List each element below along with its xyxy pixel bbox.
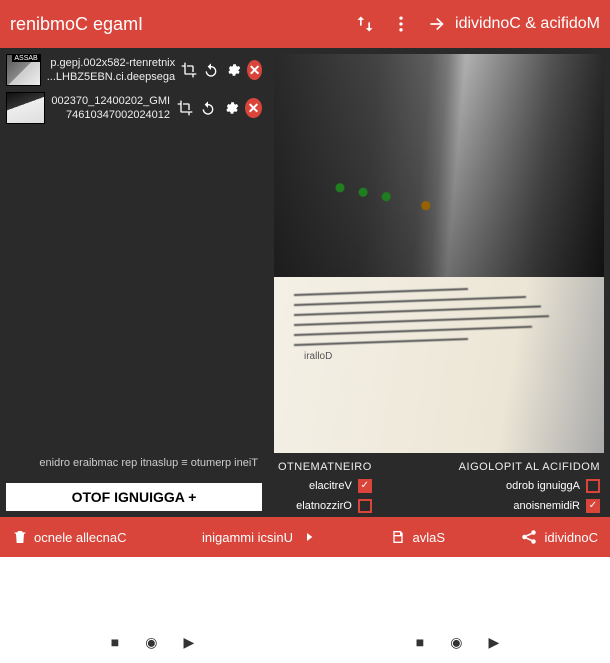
file-row[interactable]: BASSA xinternetr-285x200.jpeg.p agespeed… — [6, 54, 262, 86]
rotate-icon[interactable] — [199, 98, 216, 118]
preview-stack: Dollari — [274, 54, 604, 453]
add-border-option[interactable]: Aggiungi bordo — [459, 479, 600, 493]
reorder-hint: Tieni premuto ≡ pulsanti per cambiare or… — [6, 455, 262, 471]
preview-image-router — [274, 54, 604, 277]
modify-header: MODIFICA LA TIPOLOGIA — [459, 461, 600, 473]
add-photo-button[interactable]: + AGGIUNGI FOTO — [6, 483, 262, 511]
paper-caption: Dollari — [304, 351, 332, 362]
file-thumbnail — [6, 92, 45, 124]
resize-option[interactable]: Ridimensiona — [459, 499, 600, 513]
action-title: Modifica & Condividi — [455, 15, 600, 33]
crop-icon[interactable] — [181, 60, 197, 80]
orientation-header: ORIENTAMENTO — [278, 461, 372, 473]
save-button[interactable]: Salva — [390, 529, 445, 545]
quality-badge: BASSA — [12, 55, 39, 62]
more-menu-icon[interactable] — [391, 14, 411, 34]
settings-icon[interactable] — [225, 60, 241, 80]
file-info: xinternetr-285x200.jpeg.p agespeed.ic.NB… — [47, 57, 175, 83]
crop-icon[interactable] — [176, 98, 193, 118]
delete-list-label: Cancella elenco — [34, 530, 127, 545]
remove-icon[interactable]: ✕ — [245, 98, 262, 118]
app-header: Image Combiner Modifica & Condividi — [0, 0, 610, 48]
save-label: Salva — [412, 530, 445, 545]
nav-group-right: ■ ◉ ▶ — [416, 634, 499, 651]
share-button[interactable]: Condividi — [520, 528, 597, 546]
share-icon — [520, 528, 538, 546]
orientation-vertical[interactable]: Verticale — [278, 479, 372, 493]
system-nav-bar: ■ ◉ ▶ ■ ◉ ▶ — [0, 621, 610, 663]
file-name-line1: xinternetr-285x200.jpeg.p — [47, 57, 175, 69]
nav-circle-icon[interactable]: ◉ — [145, 634, 157, 651]
nav-square-icon[interactable]: ■ — [111, 634, 119, 650]
checkbox-unchecked-icon[interactable] — [358, 499, 372, 513]
app-title: Image Combiner — [10, 14, 143, 35]
bottom-toolbar: Cancella elenco Unisci immagini Salva Co… — [0, 517, 610, 557]
forward-arrow-icon[interactable] — [427, 14, 447, 34]
vertical-label: Verticale — [309, 480, 352, 492]
file-thumbnail: BASSA — [6, 54, 41, 86]
nav-triangle-icon[interactable]: ▶ — [183, 634, 194, 651]
white-gap — [0, 557, 610, 621]
nav-square-icon[interactable]: ■ — [416, 634, 424, 650]
file-row[interactable]: IMG_20200421_073200 21042020074301647 ✕ — [6, 92, 262, 124]
horizontal-label: Orizzontale — [296, 500, 352, 512]
modify-column: MODIFICA LA TIPOLOGIA Aggiungi bordo Rid… — [459, 461, 600, 513]
orientation-column: ORIENTAMENTO Verticale Orizzontale — [278, 461, 372, 513]
nav-group-left: ■ ◉ ▶ — [111, 634, 194, 651]
merge-images-button[interactable]: Unisci immagini — [202, 529, 315, 545]
resize-label: Ridimensiona — [513, 500, 580, 512]
share-label: Condividi — [544, 530, 597, 545]
checkbox-checked-icon[interactable] — [358, 479, 372, 493]
settings-icon[interactable] — [222, 98, 239, 118]
orientation-horizontal[interactable]: Orizzontale — [278, 499, 372, 513]
checkbox-checked-icon[interactable] — [586, 499, 600, 513]
remove-icon[interactable]: ✕ — [247, 60, 262, 80]
merge-label: Unisci immagini — [202, 530, 293, 545]
preview-image-paper: Dollari — [274, 277, 604, 453]
sort-swap-icon[interactable] — [355, 14, 375, 34]
main-area: BASSA xinternetr-285x200.jpeg.p agespeed… — [0, 48, 610, 517]
checkbox-unchecked-icon[interactable] — [586, 479, 600, 493]
preview-panel: Dollari ORIENTAMENTO Verticale Orizzonta… — [268, 48, 610, 517]
file-name-line2: 21042020074301647 — [51, 109, 170, 121]
file-name-line1: IMG_20200421_073200 — [51, 95, 170, 107]
file-name-line2: agespeed.ic.NBE5ZBHL... — [47, 71, 175, 83]
file-info: IMG_20200421_073200 21042020074301647 — [51, 95, 170, 121]
rotate-icon[interactable] — [203, 60, 219, 80]
file-list-panel: BASSA xinternetr-285x200.jpeg.p agespeed… — [0, 48, 268, 517]
delete-list-button[interactable]: Cancella elenco — [12, 529, 127, 545]
nav-triangle-icon[interactable]: ▶ — [488, 634, 499, 651]
app-screen: Image Combiner Modifica & Condividi BASS… — [0, 0, 610, 663]
options-area: ORIENTAMENTO Verticale Orizzontale MODIF… — [274, 453, 604, 517]
add-border-label: Aggiungi bordo — [506, 480, 580, 492]
nav-circle-icon[interactable]: ◉ — [450, 634, 462, 651]
